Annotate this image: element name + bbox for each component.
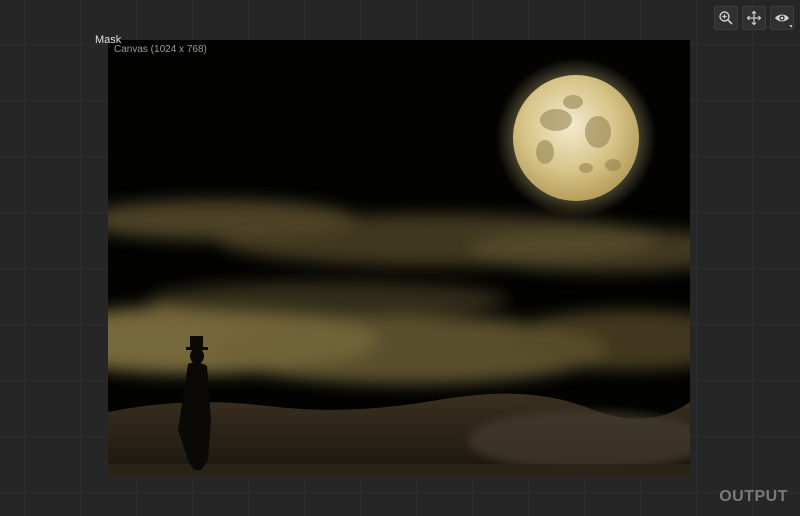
zoom-button[interactable]: [714, 6, 738, 30]
pan-button[interactable]: [742, 6, 766, 30]
viewport-toolbar: [714, 6, 794, 30]
zoom-in-icon: [719, 11, 733, 25]
eye-icon: [775, 14, 789, 22]
output-label: OUTPUT: [719, 488, 788, 505]
canvas-size-label: Canvas (1024 x 768): [114, 44, 207, 55]
preview-image: [108, 40, 690, 476]
chevron-down-icon: [789, 25, 792, 28]
view-mode-dropdown[interactable]: [770, 6, 794, 30]
moon: [513, 75, 639, 201]
canvas-preview[interactable]: [108, 40, 690, 476]
move-icon: [746, 10, 762, 26]
